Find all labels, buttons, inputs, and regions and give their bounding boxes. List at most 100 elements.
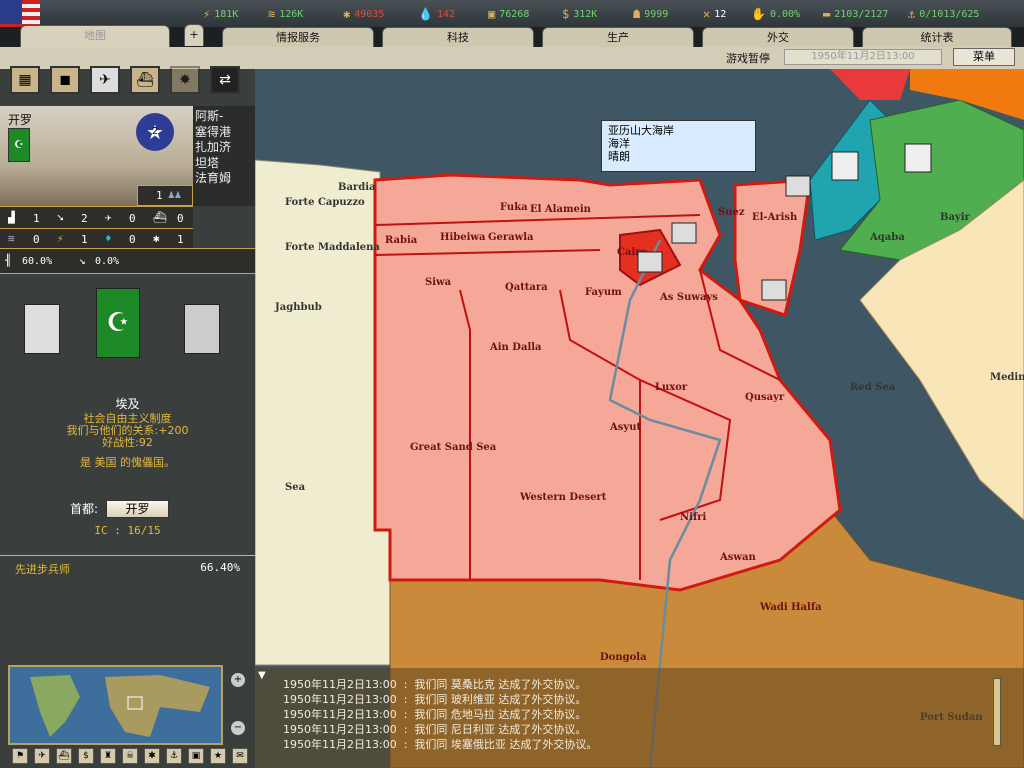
log-time: 1950年11月2日13:00: [283, 678, 397, 691]
factory-icon: ▟: [8, 211, 15, 224]
resource-value: 9999: [644, 8, 669, 20]
resource-value: 142: [436, 8, 456, 20]
map-mode-button[interactable]: ✱: [144, 748, 160, 764]
ic-value: IC : 16/15: [94, 524, 161, 537]
head-of-state-portrait[interactable]: [24, 304, 60, 354]
menu-button[interactable]: 菜单: [953, 48, 1015, 66]
map-mode-button[interactable]: ☠: [122, 748, 138, 764]
add-icon[interactable]: +: [184, 24, 204, 46]
armor-units-icon[interactable]: ◼: [50, 66, 80, 94]
manpower-resource[interactable]: ☗ 9999: [633, 7, 668, 21]
units-value: 1: [156, 189, 163, 202]
map-mode-button[interactable]: ♜: [100, 748, 116, 764]
energy-icon: ⚡: [203, 7, 211, 21]
oil-resource[interactable]: 💧 142: [418, 7, 455, 21]
map-mode-button[interactable]: ⚓: [166, 748, 182, 764]
naval-base-value: 0: [177, 212, 184, 225]
log-entry: 1950年11月2日13:00 : 我们同 玻利维亚 达成了外交协议。: [283, 693, 587, 706]
anti-air-icon: ↘: [79, 254, 86, 267]
neighbor-item[interactable]: 塞得港: [195, 125, 255, 141]
money-resource[interactable]: $312K: [562, 7, 597, 21]
country-flag-egypt[interactable]: ☪: [96, 288, 140, 358]
collapse-log-icon[interactable]: ▼: [258, 670, 266, 681]
victory-point-icon: ★ 2: [136, 113, 174, 151]
airbase-icon: ✈: [105, 211, 112, 224]
tab-statistics[interactable]: 统计表: [862, 27, 1012, 47]
map-mode-button[interactable]: $: [78, 748, 94, 764]
money-icon: $: [562, 7, 570, 21]
neighbor-list: 阿斯- 塞得港 扎加济 坦塔 法育姆: [193, 106, 255, 206]
tab-production[interactable]: 生产: [542, 27, 694, 47]
map-label: Gerawla: [488, 232, 534, 243]
minimap[interactable]: [8, 665, 223, 745]
zoom-out-icon[interactable]: −: [231, 721, 245, 735]
convoy-resource[interactable]: ⚓ 0/1013/625: [908, 7, 979, 21]
map-mode-button[interactable]: ⛴: [56, 748, 72, 764]
air-units-icon[interactable]: ✈: [90, 66, 120, 94]
head-of-government-portrait[interactable]: [184, 304, 220, 354]
tab-intelligence[interactable]: 情报服务: [222, 27, 374, 47]
map-mode-button[interactable]: ▣: [188, 748, 204, 764]
map-mode-button[interactable]: ✈: [34, 748, 50, 764]
map-label: Rabia: [385, 235, 418, 246]
neighbor-item[interactable]: 阿斯-: [195, 109, 255, 125]
tooltip-weather: 晴朗: [608, 150, 630, 163]
zoom-in-icon[interactable]: +: [231, 673, 245, 687]
game-date: 1950年11月2日13:00: [784, 49, 942, 65]
energy-resource[interactable]: ⚡ 181K: [203, 7, 238, 21]
neighbor-item[interactable]: 坦塔: [195, 156, 255, 172]
metal-resource[interactable]: ≋ 126K: [268, 7, 303, 21]
tab-diplomacy[interactable]: 外交: [702, 27, 854, 47]
message-log: ▼ 1950年11月2日13:00 : 我们同 莫桑比克 达成了外交协议。 195…: [255, 668, 1024, 768]
tab-technology[interactable]: 科技: [382, 27, 534, 47]
rare-materials-icon: ✱: [343, 7, 351, 21]
current-research[interactable]: 66.40% 先进步兵师: [0, 555, 255, 579]
resource-stats-row: [0, 228, 193, 248]
map-mode-button[interactable]: ★: [210, 748, 226, 764]
log-time: 1950年11月2日13:00: [283, 723, 397, 736]
manpower-icon: ☗: [633, 7, 641, 21]
infantry-icon: ♟♟: [168, 188, 182, 201]
ic-resource[interactable]: ▬ 2103/2127: [823, 7, 888, 21]
resource-value: 0/1013/625: [919, 8, 980, 20]
map-label: Forte Capuzzo: [285, 197, 365, 208]
oil-icon: 💧: [418, 7, 433, 21]
transfer-icon[interactable]: ⇄: [210, 66, 240, 94]
factory-value: 1: [33, 212, 40, 225]
map-label: Nifri: [680, 512, 707, 523]
capital-button[interactable]: 开罗: [106, 500, 169, 518]
land-units-icon[interactable]: ▦: [10, 66, 40, 94]
province-owner-flag[interactable]: ☪: [8, 128, 30, 162]
convoy-icon: ⚓: [908, 7, 916, 21]
resource-value: 312K: [573, 8, 598, 20]
transports-resource[interactable]: ✕ 12: [703, 7, 726, 21]
special-units-icon[interactable]: ✸: [170, 66, 200, 94]
transports-icon: ✕: [703, 7, 711, 21]
map-mode-button[interactable]: ✉: [232, 748, 248, 764]
map-label: Bayir: [940, 212, 971, 223]
resource-value: 76268: [499, 8, 530, 20]
map-label: Qusayr: [745, 392, 785, 403]
metal-value: 0: [33, 233, 40, 246]
map-label: Medina: [990, 372, 1024, 383]
map-label: Great Sand Sea: [410, 442, 497, 453]
metal-icon: ≋: [8, 232, 15, 245]
dissent-resource[interactable]: ✋ 0.00%: [751, 7, 800, 21]
research-progress: 66.40%: [200, 561, 240, 574]
neighbor-item[interactable]: 法育姆: [195, 171, 255, 187]
anti-air-value: 0.0%: [95, 256, 120, 267]
world-map[interactable]: Siwa Qattara El Alamein Fuka Rabia Hibeiwa Ger…: [255, 69, 1024, 768]
country-name: 埃及: [115, 397, 140, 411]
neighbor-item[interactable]: 扎加济: [195, 140, 255, 156]
map-label: Sea: [285, 482, 306, 493]
tab-map[interactable]: 地图: [20, 25, 170, 49]
infantry-unit-counter[interactable]: [638, 252, 662, 272]
naval-units-icon[interactable]: ⛴: [130, 66, 160, 94]
log-text: 我们同 埃塞俄比亚 达成了外交协议。: [414, 738, 598, 751]
rare-materials-resource[interactable]: ✱ 49035: [343, 7, 384, 21]
log-scrollbar[interactable]: [993, 678, 1001, 746]
map-label: Hibeiwa: [440, 232, 486, 243]
log-entry: 1950年11月2日13:00 : 我们同 尼日利亚 达成了外交协议。: [283, 723, 587, 736]
map-mode-button[interactable]: ⚑: [12, 748, 28, 764]
supplies-resource[interactable]: ▣ 76268: [488, 7, 529, 21]
